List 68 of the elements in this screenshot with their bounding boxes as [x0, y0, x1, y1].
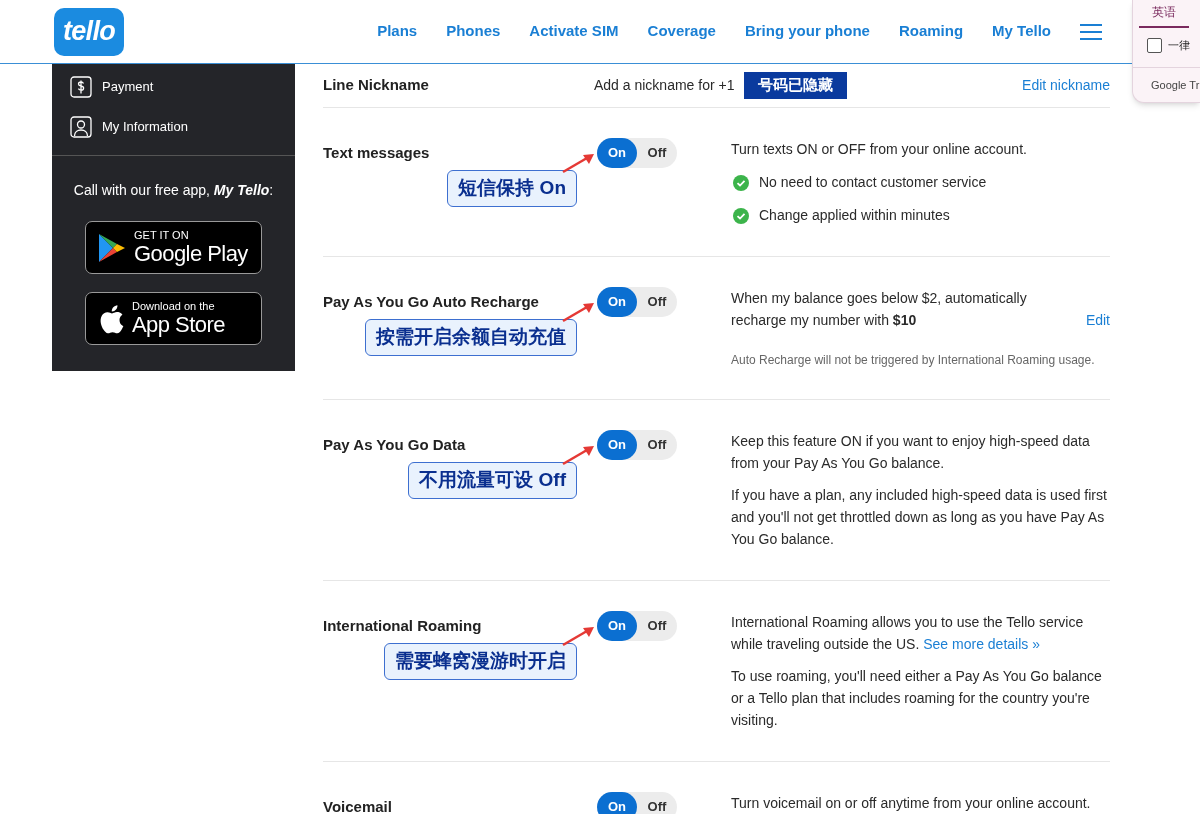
nav-link[interactable]: Phones: [446, 20, 501, 43]
toggle-option[interactable]: On: [597, 792, 637, 814]
on-off-toggle[interactable]: On Off: [597, 792, 677, 814]
checkbox[interactable]: [1147, 37, 1162, 53]
note-text: Auto Recharge will not be triggered by International Roaming usage.: [731, 352, 1096, 369]
toggle-option[interactable]: Off: [637, 792, 677, 814]
row-title: Line Nickname: [323, 75, 430, 96]
on-off-toggle[interactable]: On Off: [597, 287, 677, 317]
check-circle-icon: [733, 174, 749, 191]
language-tab[interactable]: 英语: [1139, 3, 1189, 28]
hidden-number-label: 号码已隐藏: [744, 72, 848, 99]
callout-arrow: [561, 152, 595, 174]
details-link[interactable]: See more details »: [923, 636, 1040, 652]
description-text: When my balance goes below $2, automatically recharge my number with $10: [731, 289, 1028, 330]
row-title: Voicemail: [323, 796, 392, 814]
nav-link[interactable]: Bring your phone: [744, 20, 870, 43]
toggle-option[interactable]: On: [597, 430, 637, 460]
row-title: Pay As You Go Data: [323, 434, 466, 455]
toggle-option[interactable]: On: [597, 287, 637, 317]
nav-link[interactable]: Roaming: [898, 20, 964, 43]
row-title: Pay As You Go Auto Recharge: [323, 291, 539, 312]
annotation-callout: 按需开启余额自动充值: [365, 319, 577, 356]
nav-link[interactable]: Coverage: [647, 20, 716, 43]
edit-link[interactable]: Edit: [1085, 309, 1110, 331]
toggle-option[interactable]: Off: [637, 138, 677, 168]
benefit-text: No need to contact customer service: [759, 173, 987, 192]
on-off-toggle[interactable]: On Off: [597, 138, 677, 168]
sidebar-item[interactable]: My Information: [52, 107, 295, 147]
row-title: Text messages: [323, 142, 430, 163]
annotation-callout: 需要蜂窝漫游时开启: [384, 643, 577, 680]
app-promo-text: Call with our free app, My Tello:: [72, 181, 275, 200]
description-text: Turn voicemail on or off anytime from your online account.: [731, 794, 1092, 813]
annotation-callout: 短信保持 On: [447, 170, 577, 207]
play-triangle-icon: [98, 232, 126, 263]
callout-arrow: [561, 444, 595, 466]
menu-icon[interactable]: [1080, 23, 1102, 40]
check-circle-icon: [733, 207, 749, 224]
logo[interactable]: tello: [54, 7, 124, 56]
description-text: Turn texts ON or OFF from your online account.: [731, 140, 1028, 159]
checkbox-label: 一律: [1168, 38, 1190, 53]
nav-link[interactable]: My Tello: [992, 20, 1051, 43]
description-text: Keep this feature ON if you want to enjoy high-speed data from your Pay As You Go balance.: [731, 432, 1091, 473]
toggle-option[interactable]: Off: [637, 287, 677, 317]
nav-link[interactable]: Activate SIM: [529, 20, 619, 43]
sidebar-item[interactable]: Payment: [52, 67, 295, 107]
store-badge[interactable]: Download on the App Store: [85, 292, 262, 345]
toggle-option[interactable]: On: [597, 138, 637, 168]
annotation-callout: 不用流量可设 Off: [408, 462, 577, 499]
on-off-toggle[interactable]: On Off: [597, 430, 677, 460]
nickname-text: Add a nickname for +1: [594, 76, 735, 95]
footer-text: Google Tr: [1151, 77, 1200, 93]
benefit-text: Change applied within minutes: [759, 206, 950, 225]
dollar-icon: [70, 76, 92, 98]
toggle-option[interactable]: Off: [637, 611, 677, 641]
description-text: To use roaming, you'll need either a Pay As You Go balance or a Tello plan that includes roaming for the country you're visiting.: [731, 667, 1103, 730]
callout-arrow: [561, 625, 595, 647]
nav-link[interactable]: Plans: [377, 20, 418, 43]
row-title: International Roaming: [323, 615, 482, 636]
toggle-option[interactable]: Off: [637, 430, 677, 460]
store-badge[interactable]: GET IT ON Google Play: [85, 221, 262, 274]
apple-icon: [98, 303, 124, 334]
edit-nickname-link[interactable]: Edit nickname: [1022, 75, 1110, 96]
user-icon: [70, 116, 92, 138]
description-text: International Roaming allows you to use the Tello service while traveling outside the US. See more details »: [731, 613, 1085, 654]
callout-arrow: [561, 301, 595, 323]
description-text: If you have a plan, any included high-speed data is used first and you'll not get throttled down as long as you have Pay As You Go balance.: [731, 486, 1108, 549]
on-off-toggle[interactable]: On Off: [597, 611, 677, 641]
toggle-option[interactable]: On: [597, 611, 637, 641]
